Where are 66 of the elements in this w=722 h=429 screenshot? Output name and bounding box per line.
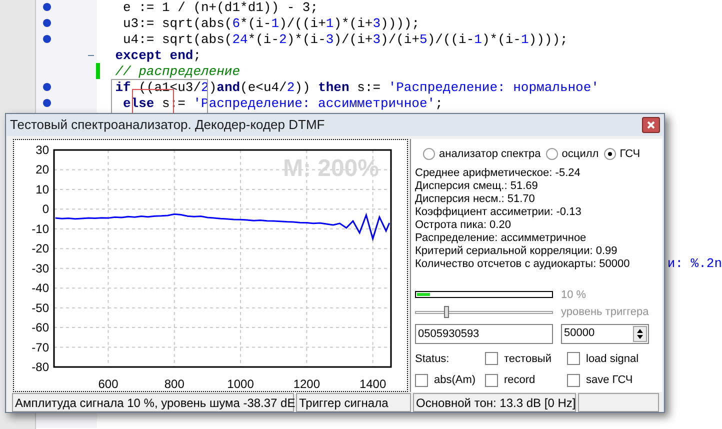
code-line: u3:= sqrt(abs(6*(i-1)/((i+1)*(i+3))));: [122, 16, 420, 30]
checkbox[interactable]: [567, 352, 580, 366]
x-tick-label: 1400: [359, 377, 386, 391]
stat-line: Среднее арифметическое: -5.24: [415, 166, 582, 180]
checkbox[interactable]: [485, 352, 498, 366]
code-line: // распределение: [114, 64, 240, 78]
stat-line: Критерий сериальной корреляции: 0.99: [415, 244, 618, 258]
close-icon: [647, 121, 655, 129]
y-tick-label: 20: [36, 162, 49, 177]
status-pane: Основной тон: 13.3 dB [0 Hz]: [413, 393, 576, 412]
radio-button[interactable]: [604, 148, 616, 160]
stat-line: Количество отсчетов с аудиокарты: 50000: [415, 258, 631, 270]
close-button[interactable]: [642, 117, 660, 133]
y-tick-label: 30: [36, 143, 49, 157]
window-title: Тестовый спектроанализатор. Декодер-кодер DTMF: [10, 116, 325, 134]
y-tick-label: -10: [32, 222, 49, 236]
radio-label: анализатор спектра: [439, 147, 541, 162]
breakpoint-icon[interactable]: [43, 99, 52, 107]
radio-label: ГСЧ: [620, 147, 640, 162]
y-tick-label: 0: [42, 202, 49, 216]
checkbox-label: record: [504, 373, 536, 388]
x-tick-label: 1000: [227, 377, 254, 391]
slider-thumb[interactable]: [444, 306, 450, 318]
stat-line: Острота пика: 0.20: [415, 218, 512, 232]
y-tick-label: -60: [32, 320, 49, 335]
checkbox[interactable]: [415, 374, 428, 387]
status-pane: Триггер сигнала: [296, 393, 411, 412]
spin-arrows-icon[interactable]: [633, 326, 647, 342]
y-tick-label: 10: [36, 182, 49, 196]
number-field[interactable]: 0505930593: [415, 324, 553, 344]
radio-label: осцилл: [562, 147, 599, 162]
y-tick-label: -20: [32, 242, 49, 256]
x-tick-label: 600: [98, 377, 118, 391]
breakpoint-icon[interactable]: [43, 83, 52, 91]
x-tick-label: 800: [164, 377, 184, 391]
code-fragment: и: %.2n: [667, 256, 722, 271]
code-line: u4:= sqrt(abs(24*(i-2)*(i-3)/(i+3)/(i+5)/((i-1)*(i-1))));: [122, 32, 568, 46]
trigger-label: уровень триггера: [561, 305, 649, 320]
amplitude-reading: 10 %: [561, 288, 586, 302]
trigger-slider[interactable]: [415, 306, 553, 318]
checkbox[interactable]: [567, 374, 580, 387]
stat-line: Коэффициент ассиметрии: -0.13: [415, 206, 582, 218]
checkbox[interactable]: [485, 374, 498, 387]
stat-line: Распределение: ассимметричное: [415, 232, 588, 244]
y-tick-label: -80: [32, 360, 49, 374]
breakpoint-icon[interactable]: [43, 35, 52, 43]
count-spinbox[interactable]: 50000: [561, 324, 649, 344]
radio-button[interactable]: [423, 148, 435, 160]
y-tick-label: -30: [32, 261, 49, 276]
checkbox-label: save ГСЧ: [586, 373, 633, 388]
code-line: except end;: [114, 48, 202, 62]
x-tick-label: 1200: [293, 377, 320, 391]
stat-line: Дисперсия несм.: 51.70: [415, 192, 536, 206]
breakpoint-icon[interactable]: [43, 3, 52, 11]
code-line: e := 1 / (n+(d1*d1)) - 3;: [122, 0, 318, 14]
breakpoint-icon[interactable]: [43, 19, 52, 27]
y-tick-label: -50: [32, 300, 49, 315]
status-pane: Амплитуда сигнала 10 %, уровень шума -38.37 dE: [12, 393, 294, 412]
y-tick-label: -70: [32, 340, 49, 354]
status-label: Status:: [415, 352, 450, 366]
radio-button[interactable]: [546, 148, 558, 160]
checkbox-label: abs(Am): [434, 373, 476, 388]
checkbox-label: load signal: [586, 352, 639, 366]
checkbox-label: тестовый: [504, 352, 552, 366]
y-tick-label: -40: [32, 281, 49, 296]
stat-line: Дисперсия смещ.: 51.69: [415, 180, 539, 192]
